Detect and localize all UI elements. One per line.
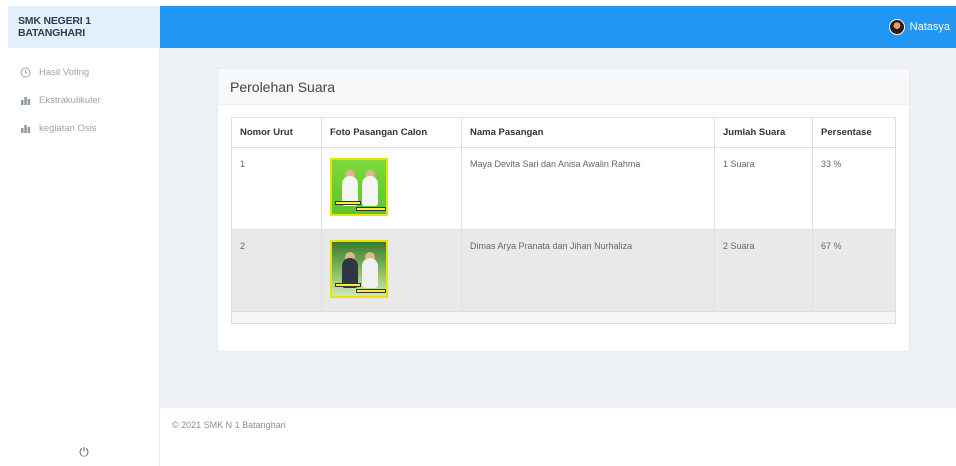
vote-results-table: Nomor Urut Foto Pasangan Calon Nama Pasa… — [231, 117, 896, 324]
card-title: Perolehan Suara — [218, 69, 909, 105]
sidebar-item-label: Hasil Voting — [39, 66, 90, 78]
cell-jumlah: 1 Suara — [714, 147, 813, 230]
candidate-photo — [330, 158, 388, 216]
user-name[interactable]: Natasya — [910, 21, 950, 33]
cell-nama: Maya Devita Sari dan Anisa Awalin Rahma — [461, 147, 715, 230]
clock-icon — [20, 67, 31, 78]
table-header-row: Nomor Urut Foto Pasangan Calon Nama Pasa… — [231, 117, 896, 148]
avatar[interactable] — [888, 19, 905, 35]
sidebar-item-label: kegiatan Osis — [39, 122, 97, 134]
cell-foto — [321, 147, 462, 230]
sidebar: Hasil Voting Ekstrakulikuler kegiatan Os… — [8, 48, 160, 466]
bar-chart-icon — [20, 95, 31, 106]
main-content: Perolehan Suara Nomor Urut Foto Pasangan… — [160, 48, 956, 408]
col-foto: Foto Pasangan Calon — [321, 117, 462, 148]
table-footer-row — [231, 311, 896, 324]
sidebar-item-hasil-voting[interactable]: Hasil Voting — [8, 58, 159, 86]
col-nomor-urut: Nomor Urut — [231, 117, 322, 148]
vote-results-card: Perolehan Suara Nomor Urut Foto Pasangan… — [218, 69, 909, 351]
candidate-photo — [330, 240, 388, 298]
sidebar-item-label: Ekstrakulikuler — [39, 94, 101, 106]
cell-nama: Dimas Arya Pranata dan Jihan Nurhaliza — [461, 229, 715, 312]
sidebar-item-ekstrakulikuler[interactable]: Ekstrakulikuler — [8, 86, 159, 114]
cell-persen: 67 % — [812, 229, 896, 312]
cell-foto — [321, 229, 462, 312]
table-row: 2 Dimas Arya Pranata dan Jihan Nurhaliza… — [231, 229, 896, 312]
top-navbar: SMK NEGERI 1 BATANGHARI Natasya — [8, 6, 956, 48]
cell-nomor: 2 — [231, 229, 322, 312]
col-nama: Nama Pasangan — [461, 117, 715, 148]
cell-nomor: 1 — [231, 147, 322, 230]
footer-copyright: © 2021 SMK N 1 Batanghari — [172, 420, 286, 430]
sidebar-item-kegiatan-osis[interactable]: kegiatan Osis — [8, 114, 159, 142]
table-row: 1 Maya Devita Sari dan Anisa Awalin Rahm… — [231, 147, 896, 230]
user-menu[interactable]: Natasya — [888, 6, 950, 48]
power-icon[interactable]: ⏻ — [8, 445, 160, 460]
cell-persen: 33 % — [812, 147, 896, 230]
brand-title[interactable]: SMK NEGERI 1 BATANGHARI — [8, 6, 160, 48]
cell-jumlah: 2 Suara — [714, 229, 813, 312]
bar-chart-icon — [20, 123, 31, 134]
col-jumlah: Jumlah Suara — [714, 117, 813, 148]
col-persentase: Persentase — [812, 117, 896, 148]
